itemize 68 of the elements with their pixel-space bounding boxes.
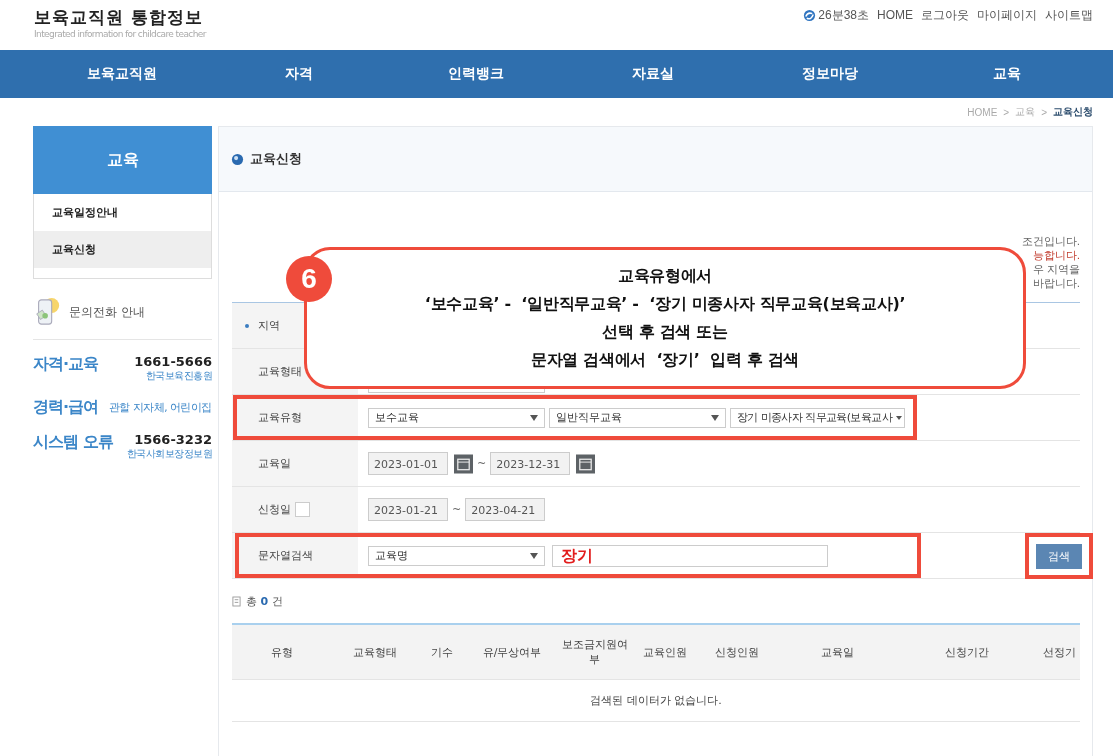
range-separator: ~ bbox=[452, 503, 462, 516]
contact-category: 시스템 오류 bbox=[33, 432, 113, 453]
column-header: 유형 bbox=[270, 644, 294, 660]
step-number-badge: 6 bbox=[286, 256, 332, 302]
range-separator: ~ bbox=[477, 457, 487, 470]
contact-note: 관할 지자체, 어린이집 bbox=[109, 401, 212, 415]
select-field[interactable]: 일반직무교육 bbox=[549, 407, 726, 428]
session-timer: 26분38초 bbox=[818, 6, 869, 24]
field-label: 교육일 bbox=[258, 456, 291, 471]
date-field[interactable]: 2023-04-21 bbox=[465, 498, 546, 521]
column-header: 신청기간 bbox=[944, 644, 990, 660]
nav-menu-item[interactable]: 인력뱅크 bbox=[447, 65, 504, 83]
field-label: 교육유형 bbox=[258, 410, 302, 425]
header-link[interactable]: 로그아웃 bbox=[921, 6, 969, 24]
page-title: 교육신청 bbox=[250, 150, 302, 168]
field-label: 문자열검색 bbox=[258, 548, 313, 563]
column-header: 기수 bbox=[430, 644, 454, 660]
header-link[interactable]: 마이페이지 bbox=[977, 6, 1037, 24]
breadcrumb-separator: > bbox=[1041, 106, 1047, 118]
callout-text: 문자열 검색에서 ‘장기’ 입력 후 검색 bbox=[530, 349, 800, 371]
field-label: 지역 bbox=[258, 318, 280, 333]
search-button[interactable]: 검색 bbox=[1036, 543, 1082, 569]
callout-text: 교육유형에서 bbox=[617, 265, 713, 287]
site-logo-title[interactable]: 보육교직원 통합정보 bbox=[34, 6, 206, 29]
notice-text: 능합니다. bbox=[1032, 248, 1080, 262]
select-field[interactable]: 교육명 bbox=[368, 545, 545, 566]
select-field[interactable]: 장기 미종사자 직무교육(보육교사 bbox=[730, 407, 905, 428]
header-link[interactable]: 사이트맵 bbox=[1045, 6, 1093, 24]
notice-text: 우 지역을 bbox=[1032, 262, 1080, 276]
breadcrumb-separator: > bbox=[1003, 106, 1010, 118]
callout-text: ‘보수교육’ - ‘일반직무교육’ - ‘장기 미종사자 직무교육(보육교사)’ bbox=[424, 293, 906, 315]
contact-category: 경력·급여 bbox=[33, 397, 99, 418]
site-logo-subtitle: Integrated information for childcare teacher bbox=[34, 29, 206, 39]
sidebar-item[interactable]: 교육신청 bbox=[34, 231, 211, 268]
column-header: 보조금지원여부 bbox=[560, 637, 629, 667]
column-header: 선정기 bbox=[1041, 644, 1077, 660]
field-label: 교육형태 bbox=[258, 364, 302, 379]
column-header: 유/무상여부 bbox=[481, 644, 543, 660]
contact-category: 자격·교육 bbox=[33, 354, 99, 375]
select-field[interactable]: 보수교육 bbox=[368, 407, 545, 428]
date-field[interactable]: 2023-01-21 bbox=[368, 498, 448, 521]
column-header: 신청인원 bbox=[714, 644, 760, 660]
date-field[interactable]: 2023-01-01 bbox=[368, 452, 448, 475]
breadcrumb-link[interactable]: 교육신청 bbox=[1053, 105, 1093, 119]
notice-text: 조건입니다. bbox=[1021, 234, 1080, 248]
sidebar-title: 교육 bbox=[33, 126, 212, 194]
nav-menu-item[interactable]: 보육교직원 bbox=[86, 65, 157, 83]
nav-menu-item[interactable]: 자격 bbox=[284, 65, 313, 83]
callout-text: 선택 후 검색 또는 bbox=[602, 321, 728, 343]
phone-number: 1661-5666 bbox=[134, 354, 212, 369]
result-count: 총 0 건 bbox=[246, 593, 283, 609]
nav-menu-item[interactable]: 자료실 bbox=[631, 65, 674, 83]
sidebar-item[interactable]: 교육일정안내 bbox=[34, 194, 211, 231]
search-input[interactable]: 장기 bbox=[552, 544, 828, 567]
field-label: 신청일 bbox=[258, 502, 291, 517]
notice-text: 바랍니다. bbox=[1032, 276, 1080, 290]
column-header: 교육인원 bbox=[641, 644, 688, 660]
header-link[interactable]: HOME bbox=[877, 8, 913, 22]
empty-message: 검색된 데이터가 없습니다. bbox=[232, 680, 1080, 722]
date-field[interactable]: 2023-12-31 bbox=[490, 452, 571, 475]
nav-menu-item[interactable]: 정보마당 bbox=[801, 65, 858, 83]
contact-note: 한국보육진흥원 bbox=[145, 369, 212, 383]
phone-number: 1566-3232 bbox=[134, 432, 212, 447]
column-header: 교육일 bbox=[819, 644, 855, 660]
nav-menu-item[interactable]: 교육 bbox=[992, 65, 1021, 83]
contact-note: 한국사회보장정보원 bbox=[126, 447, 212, 461]
contact-heading: 문의전화 안내 bbox=[69, 303, 145, 321]
column-header: 교육형태 bbox=[351, 644, 398, 660]
